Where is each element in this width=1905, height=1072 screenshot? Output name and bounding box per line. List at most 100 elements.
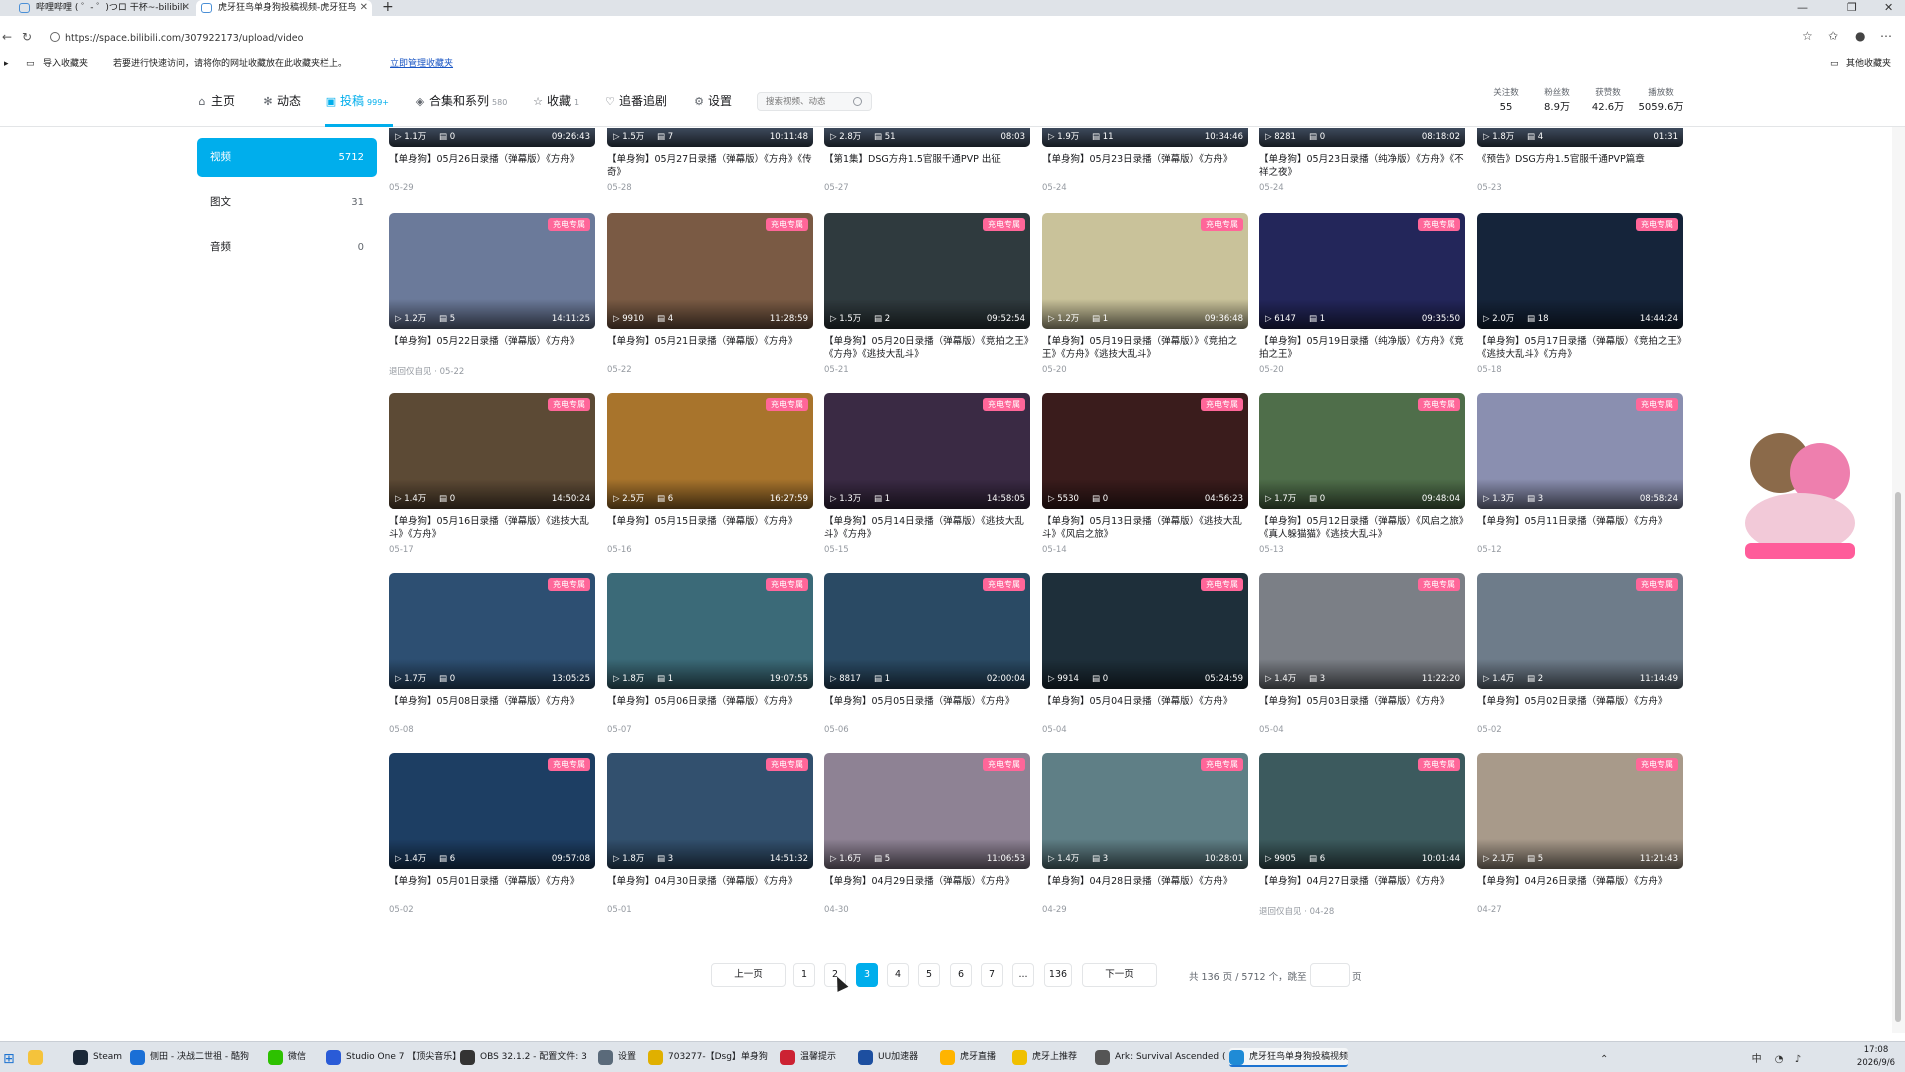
video-thumbnail[interactable]: 充电专属 ▷ 1.8万 ▤ 3 14:51:32 bbox=[607, 753, 813, 869]
video-title[interactable]: 【单身狗】05月20日录播（弹幕版）《竞拍之王》《方舟》《逃技大乱斗》 bbox=[824, 335, 1030, 361]
import-favorites-link[interactable]: 导入收藏夹 bbox=[43, 56, 88, 72]
video-thumbnail[interactable]: 充电专属 ▷ 2.0万 ▤ 18 14:44:24 bbox=[1477, 213, 1683, 329]
video-thumbnail[interactable]: 充电专属 ▷ 1.4万 ▤ 3 11:22:20 bbox=[1259, 573, 1465, 689]
video-title[interactable]: 【单身狗】05月15日录播（弹幕版）《方舟》 bbox=[607, 515, 813, 541]
video-title[interactable]: 【单身狗】05月23日录播（纯净版）《方舟》《不祥之夜》 bbox=[1259, 153, 1465, 179]
video-thumbnail[interactable]: 充电专属 ▷ 6147 ▤ 1 09:35:50 bbox=[1259, 213, 1465, 329]
video-title[interactable]: 【单身狗】05月26日录播（弹幕版）《方舟》 bbox=[389, 153, 595, 179]
video-thumbnail[interactable]: ▷ 2.8万 ▤ 51 08:03 bbox=[824, 128, 1030, 147]
video-title[interactable]: 【单身狗】04月26日录播（弹幕版）《方舟》 bbox=[1477, 875, 1683, 901]
video-thumbnail[interactable]: 充电专属 ▷ 1.4万 ▤ 2 11:14:49 bbox=[1477, 573, 1683, 689]
video-title[interactable]: 【单身狗】05月03日录播（弹幕版）《方舟》 bbox=[1259, 695, 1465, 721]
video-thumbnail[interactable]: 充电专属 ▷ 1.3万 ▤ 1 14:58:05 bbox=[824, 393, 1030, 509]
video-thumbnail[interactable]: 充电专属 ▷ 1.4万 ▤ 3 10:28:01 bbox=[1042, 753, 1248, 869]
video-card[interactable]: 充电专属 ▷ 1.4万 ▤ 6 09:57:08 【单身狗】05月01日录播（弹… bbox=[389, 753, 595, 915]
video-title[interactable]: 《预告》DSG方舟1.5官服千通PVP篇章 bbox=[1477, 153, 1683, 179]
sidebar-item-video[interactable]: 视频 5712 bbox=[197, 138, 377, 177]
nav-dynamic[interactable]: ✻ 动态 bbox=[262, 93, 301, 110]
video-card[interactable]: 充电专属 ▷ 9914 ▤ 0 05:24:59 【单身狗】05月04日录播（弹… bbox=[1042, 573, 1248, 735]
taskbar-clock[interactable]: 17:08 2026/9/6 bbox=[1852, 1044, 1900, 1070]
close-icon[interactable]: ✕ bbox=[182, 0, 190, 16]
video-card[interactable]: ▷ 2.8万 ▤ 51 08:03 【第1集】DSG方舟1.5官服千通PVP 出… bbox=[824, 128, 1030, 193]
taskbar-app[interactable]: OBS 32.1.2 - 配置文件: 3 bbox=[460, 1048, 587, 1067]
page-scrollbar[interactable] bbox=[1892, 127, 1905, 1033]
video-card[interactable]: 充电专属 ▷ 1.4万 ▤ 3 11:22:20 【单身狗】05月03日录播（弹… bbox=[1259, 573, 1465, 735]
taskbar-app[interactable]: 温馨提示 bbox=[780, 1048, 836, 1067]
video-title[interactable]: 【单身狗】04月29日录播（弹幕版）《方舟》 bbox=[824, 875, 1030, 901]
video-card[interactable]: ▷ 1.1万 ▤ 0 09:26:43 【单身狗】05月26日录播（弹幕版）《方… bbox=[389, 128, 595, 193]
taskbar-app[interactable]: 虎牙上推荐 bbox=[1012, 1048, 1077, 1067]
video-card[interactable]: ▷ 1.5万 ▤ 7 10:11:48 【单身狗】05月27日录播（弹幕版）《方… bbox=[607, 128, 813, 193]
video-card[interactable]: ▷ 1.9万 ▤ 11 10:34:46 【单身狗】05月23日录播（弹幕版）《… bbox=[1042, 128, 1248, 193]
video-card[interactable]: 充电专属 ▷ 9910 ▤ 4 11:28:59 【单身狗】05月21日录播（弹… bbox=[607, 213, 813, 375]
page-button[interactable]: 1 bbox=[793, 963, 815, 987]
video-card[interactable]: ▷ 1.8万 ▤ 4 01:31 《预告》DSG方舟1.5官服千通PVP篇章 0… bbox=[1477, 128, 1683, 193]
video-title[interactable]: 【单身狗】05月02日录播（弹幕版）《方舟》 bbox=[1477, 695, 1683, 721]
video-thumbnail[interactable]: 充电专属 ▷ 5530 ▤ 0 04:56:23 bbox=[1042, 393, 1248, 509]
video-card[interactable]: 充电专属 ▷ 1.6万 ▤ 5 11:06:53 【单身狗】04月29日录播（弹… bbox=[824, 753, 1030, 915]
video-title[interactable]: 【单身狗】05月19日录播（弹幕版）》《竞拍之王》《方舟》《逃技大乱斗》 bbox=[1042, 335, 1248, 361]
video-thumbnail[interactable]: 充电专属 ▷ 1.2万 ▤ 1 09:36:48 bbox=[1042, 213, 1248, 329]
taskbar-app[interactable]: Steam bbox=[73, 1048, 122, 1067]
nav-home[interactable]: ⌂ 主页 bbox=[196, 93, 236, 110]
new-tab-button[interactable]: + bbox=[382, 0, 394, 15]
video-thumbnail[interactable]: ▷ 1.5万 ▤ 7 10:11:48 bbox=[607, 128, 813, 147]
video-thumbnail[interactable]: 充电专属 ▷ 1.6万 ▤ 5 11:06:53 bbox=[824, 753, 1030, 869]
video-thumbnail[interactable]: 充电专属 ▷ 2.1万 ▤ 5 11:21:43 bbox=[1477, 753, 1683, 869]
back-icon[interactable]: ← bbox=[2, 30, 12, 44]
video-title[interactable]: 【单身狗】04月30日录播（弹幕版）《方舟》 bbox=[607, 875, 813, 901]
page-button[interactable]: 7 bbox=[981, 963, 1003, 987]
video-title[interactable]: 【单身狗】04月28日录播（弹幕版）《方舟》 bbox=[1042, 875, 1248, 901]
video-title[interactable]: 【第1集】DSG方舟1.5官服千通PVP 出征 bbox=[824, 153, 1030, 179]
nav-follow[interactable]: ♡ 追番追剧 bbox=[604, 93, 667, 110]
chevron-up-icon[interactable]: ⌃ bbox=[1600, 1054, 1608, 1065]
profile-avatar[interactable]: ● bbox=[1855, 29, 1865, 43]
video-title[interactable]: 【单身狗】05月21日录播（弹幕版）《方舟》 bbox=[607, 335, 813, 361]
sidebar-item-audio[interactable]: 音频 0 bbox=[197, 228, 377, 267]
page-button[interactable]: 4 bbox=[887, 963, 909, 987]
video-card[interactable]: 充电专属 ▷ 9905 ▤ 6 10:01:44 【单身狗】04月27日录播（弹… bbox=[1259, 753, 1465, 917]
video-card[interactable]: 充电专属 ▷ 1.8万 ▤ 3 14:51:32 【单身狗】04月30日录播（弹… bbox=[607, 753, 813, 915]
video-thumbnail[interactable]: 充电专属 ▷ 9914 ▤ 0 05:24:59 bbox=[1042, 573, 1248, 689]
manage-favorites-link[interactable]: 立即管理收藏夹 bbox=[390, 56, 453, 72]
video-title[interactable]: 【单身狗】05月22日录播（弹幕版）《方舟》 bbox=[389, 335, 595, 361]
page-button[interactable]: 5 bbox=[918, 963, 940, 987]
video-card[interactable]: 充电专属 ▷ 1.3万 ▤ 3 08:58:24 【单身狗】05月11日录播（弹… bbox=[1477, 393, 1683, 555]
ime-indicator[interactable]: 中 bbox=[1752, 1054, 1762, 1065]
video-card[interactable]: 充电专属 ▷ 1.7万 ▤ 0 13:05:25 【单身狗】05月08日录播（弹… bbox=[389, 573, 595, 735]
star-icon[interactable]: ☆ bbox=[1802, 29, 1813, 43]
video-card[interactable]: 充电专属 ▷ 1.4万 ▤ 2 11:14:49 【单身狗】05月02日录播（弹… bbox=[1477, 573, 1683, 735]
video-thumbnail[interactable]: 充电专属 ▷ 1.7万 ▤ 0 09:48:04 bbox=[1259, 393, 1465, 509]
video-thumbnail[interactable]: ▷ 8281 ▤ 0 08:18:02 bbox=[1259, 128, 1465, 147]
video-card[interactable]: 充电专属 ▷ 2.5万 ▤ 6 16:27:59 【单身狗】05月15日录播（弹… bbox=[607, 393, 813, 555]
sidebar-item-article[interactable]: 图文 31 bbox=[197, 183, 377, 222]
maximize-icon[interactable]: ❐ bbox=[1847, 0, 1857, 16]
video-title[interactable]: 【单身狗】05月14日录播（弹幕版）《逃技大乱斗》《方舟》 bbox=[824, 515, 1030, 541]
windows-start-icon[interactable]: ⊞ bbox=[3, 1051, 15, 1067]
volume-icon[interactable]: ♪ bbox=[1795, 1054, 1801, 1065]
favorites-icon[interactable]: ✩ bbox=[1828, 29, 1838, 43]
browser-tab-bilibili[interactable]: 哔哩哔哩 ( ゜- ゜)つロ 干杯~-bilibili ✕ bbox=[14, 0, 194, 16]
video-title[interactable]: 【单身狗】05月01日录播（弹幕版）《方舟》 bbox=[389, 875, 595, 901]
video-title[interactable]: 【单身狗】05月23日录播（弹幕版）《方舟》 bbox=[1042, 153, 1248, 179]
video-thumbnail[interactable]: ▷ 1.8万 ▤ 4 01:31 bbox=[1477, 128, 1683, 147]
video-title[interactable]: 【单身狗】05月16日录播（弹幕版）《逃技大乱斗》《方舟》 bbox=[389, 515, 595, 541]
more-icon[interactable]: ⋯ bbox=[1880, 29, 1892, 43]
taskbar-app[interactable]: 703277-【Dsg】单身狗 bbox=[648, 1048, 768, 1067]
video-card[interactable]: 充电专属 ▷ 1.2万 ▤ 1 09:36:48 【单身狗】05月19日录播（弹… bbox=[1042, 213, 1248, 375]
nav-collections[interactable]: ◈ 合集和系列 580 bbox=[414, 93, 508, 111]
close-icon[interactable]: ✕ bbox=[360, 0, 368, 16]
video-card[interactable]: 充电专属 ▷ 5530 ▤ 0 04:56:23 【单身狗】05月13日录播（弹… bbox=[1042, 393, 1248, 555]
video-card[interactable]: 充电专属 ▷ 8817 ▤ 1 02:00:04 【单身狗】05月05日录播（弹… bbox=[824, 573, 1030, 735]
taskbar-app[interactable]: Studio One 7 【顶尖音乐】 bbox=[326, 1048, 461, 1067]
video-title[interactable]: 【单身狗】05月19日录播（纯净版）《方舟》《竞拍之王》 bbox=[1259, 335, 1465, 361]
taskbar-app[interactable]: UU加速器 bbox=[858, 1048, 918, 1067]
nav-settings[interactable]: ⚙ 设置 bbox=[693, 93, 732, 110]
page-button[interactable]: 136 bbox=[1044, 963, 1072, 987]
search-icon[interactable] bbox=[853, 97, 862, 106]
video-title[interactable]: 【单身狗】05月04日录播（弹幕版）《方舟》 bbox=[1042, 695, 1248, 721]
video-card[interactable]: ▷ 8281 ▤ 0 08:18:02 【单身狗】05月23日录播（纯净版）《方… bbox=[1259, 128, 1465, 193]
taskbar-app[interactable]: 虎牙直播 bbox=[940, 1048, 996, 1067]
nav-upload[interactable]: ▣ 投稿 999+ bbox=[325, 93, 389, 111]
video-title[interactable]: 【单身狗】05月17日录播（弹幕版）《竞拍之王》《逃技大乱斗》《方舟》 bbox=[1477, 335, 1683, 361]
